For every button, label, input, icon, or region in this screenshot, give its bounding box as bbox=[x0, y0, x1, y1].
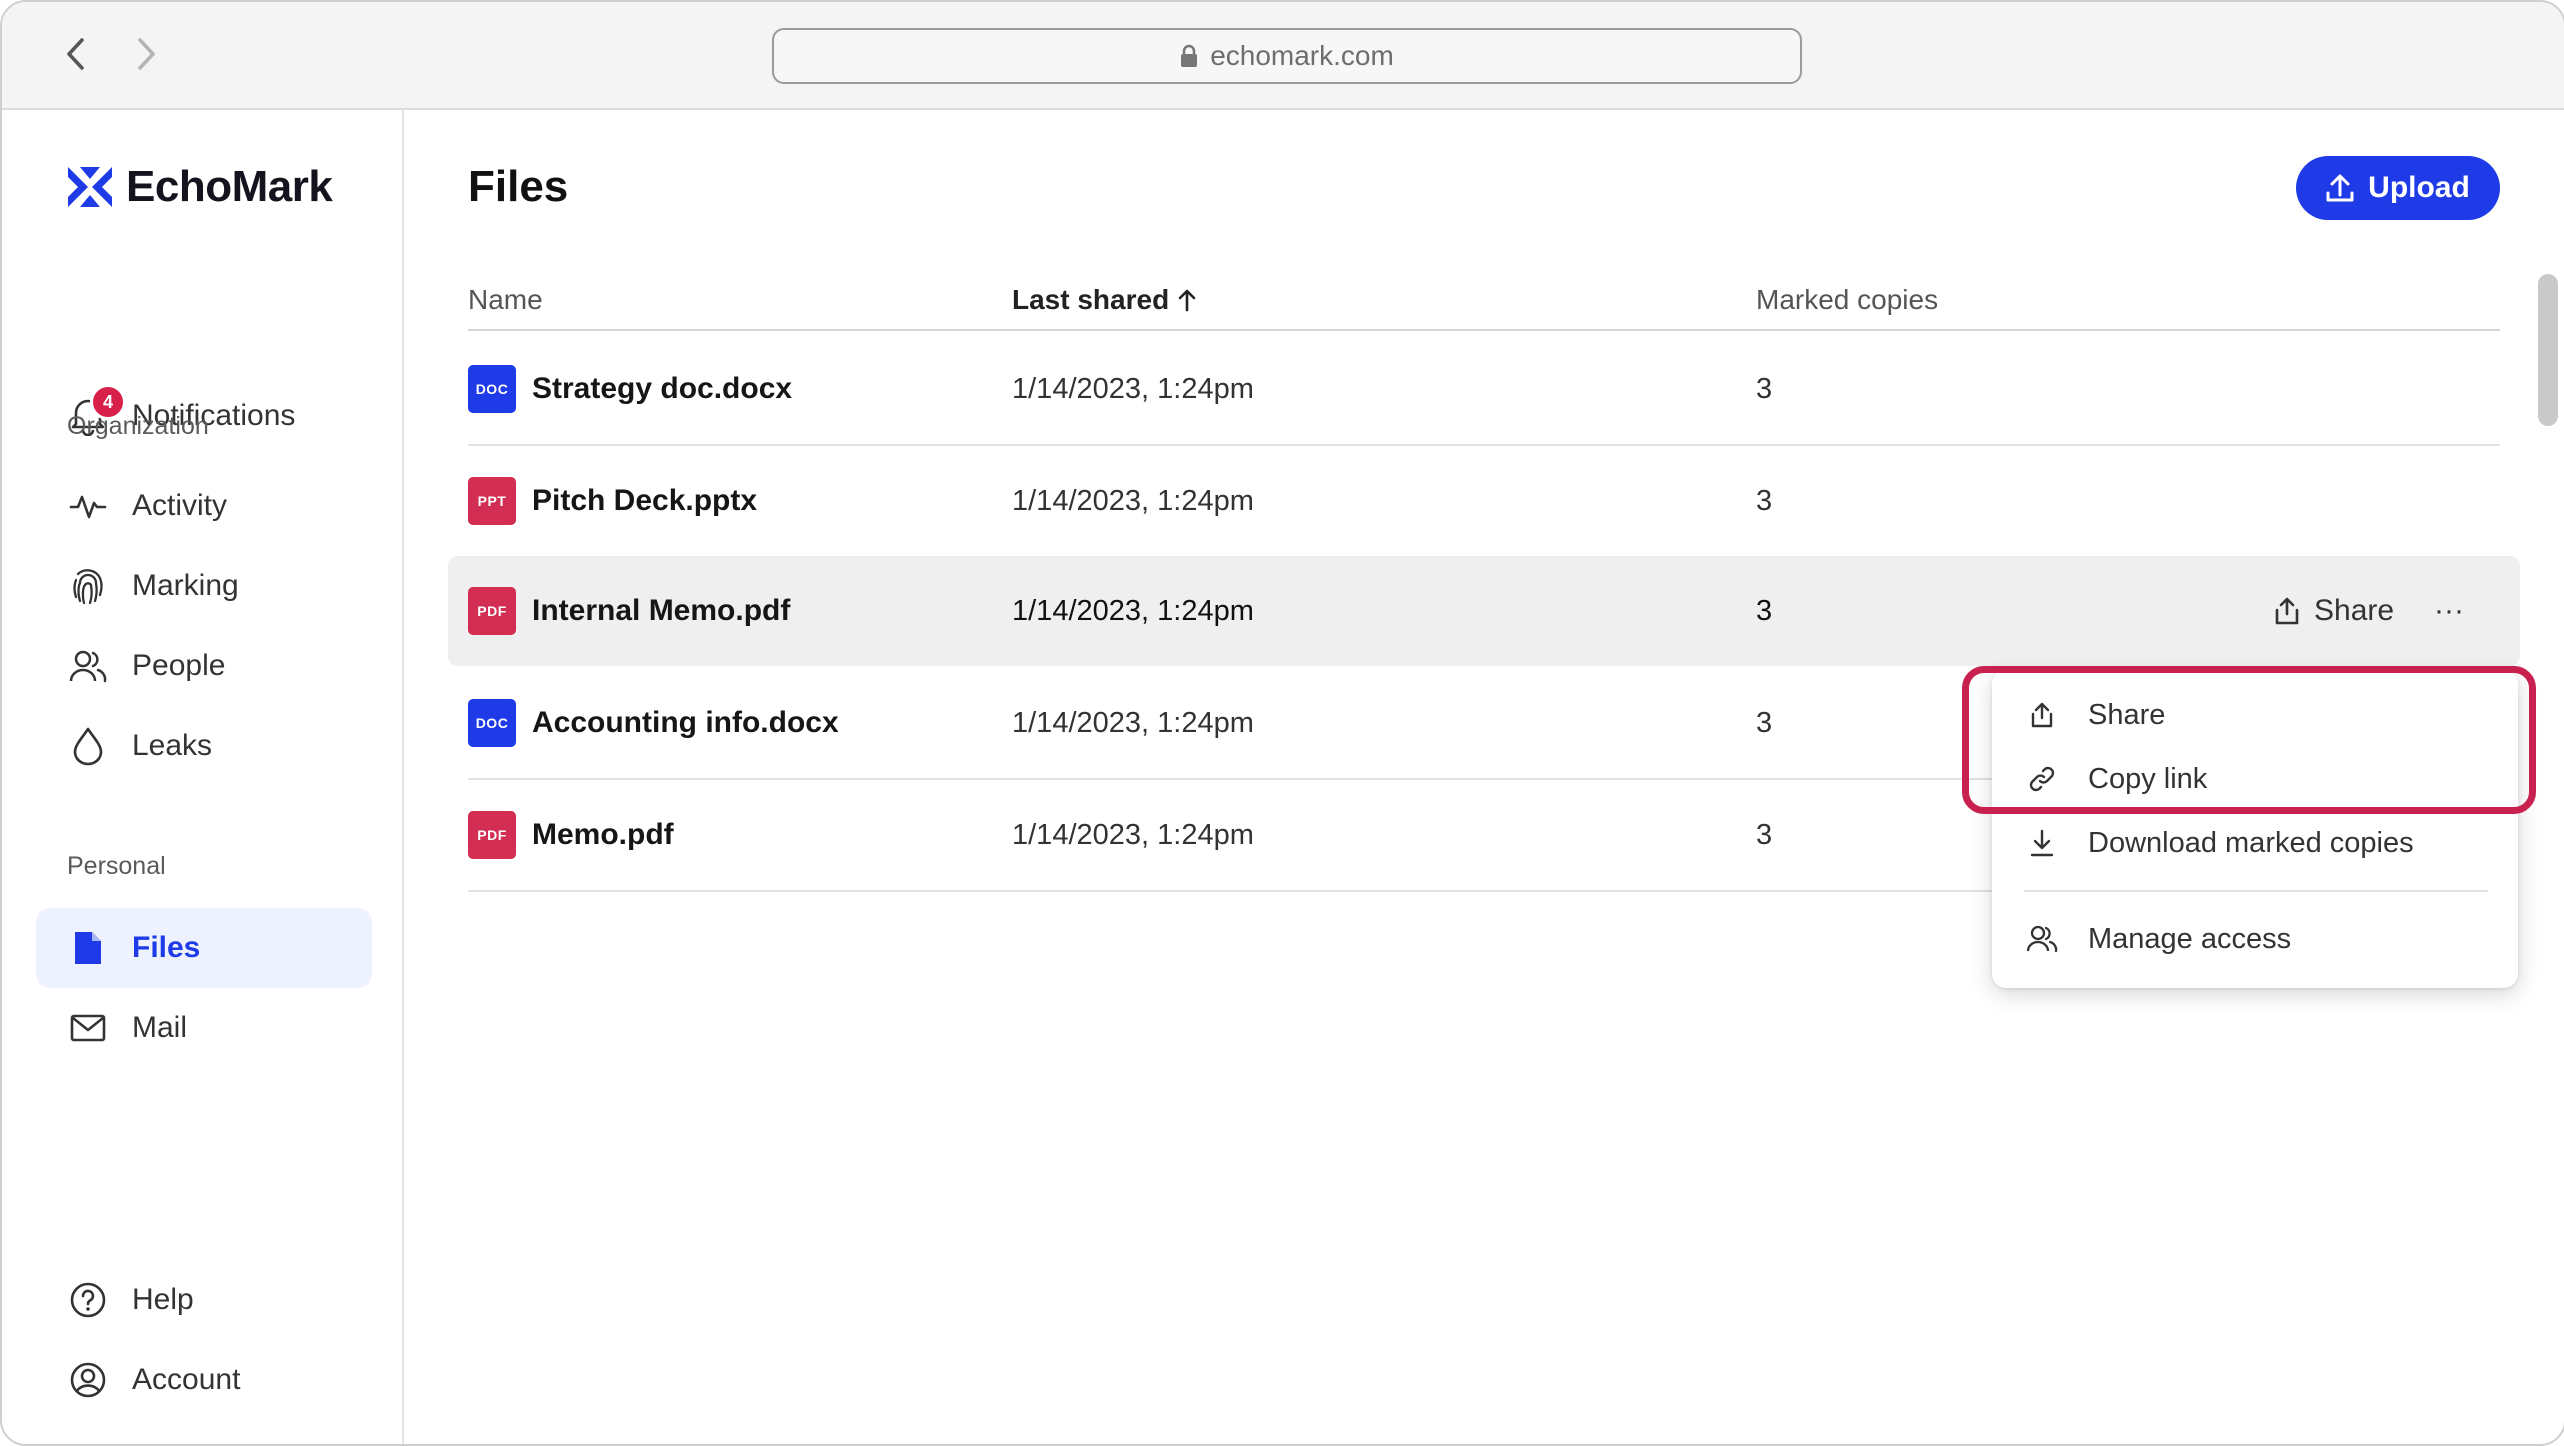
sidebar-item-label: Leaks bbox=[132, 729, 213, 762]
file-name[interactable]: Pitch Deck.pptx bbox=[532, 484, 757, 518]
people-icon bbox=[2024, 921, 2060, 957]
file-name-cell: PDF Memo.pdf bbox=[468, 780, 674, 890]
sidebar-item-help[interactable]: Help bbox=[36, 1260, 372, 1340]
sidebar-item-label: Activity bbox=[132, 489, 228, 522]
lock-icon bbox=[1181, 44, 1198, 67]
file-name-cell: PDF Internal Memo.pdf bbox=[468, 556, 790, 666]
chevron-left-icon bbox=[67, 38, 84, 70]
marked-copies-cell: 3 bbox=[1756, 594, 1773, 627]
sidebar-item-marking[interactable]: Marking bbox=[36, 546, 372, 626]
share-icon bbox=[2275, 597, 2299, 625]
sidebar: EchoMark 4 Notifications Organization Ac… bbox=[2, 110, 404, 1444]
sidebar-item-account[interactable]: Account bbox=[36, 1340, 372, 1420]
file-name[interactable]: Strategy doc.docx bbox=[532, 372, 792, 406]
menu-item-label: Download marked copies bbox=[2088, 826, 2414, 859]
pdf-file-icon: PDF bbox=[468, 811, 516, 859]
back-button[interactable] bbox=[54, 32, 98, 76]
marked-copies-cell: 3 bbox=[1756, 818, 1773, 851]
sidebar-item-label: Marking bbox=[132, 569, 239, 602]
file-name[interactable]: Internal Memo.pdf bbox=[532, 594, 790, 628]
vertical-scrollbar[interactable] bbox=[2538, 274, 2558, 426]
browser-toolbar: echomark.com bbox=[2, 2, 2564, 110]
column-header-label: Last shared bbox=[1012, 284, 1170, 315]
sidebar-item-label: People bbox=[132, 649, 226, 682]
link-icon bbox=[2024, 761, 2060, 797]
sidebar-item-activity[interactable]: Activity bbox=[36, 466, 372, 546]
echomark-logo-icon bbox=[68, 167, 112, 207]
last-shared-cell: 1/14/2023, 1:24pm bbox=[1012, 484, 1254, 517]
file-name[interactable]: Memo.pdf bbox=[532, 818, 674, 852]
droplet-icon bbox=[68, 726, 108, 766]
marked-copies-cell: 3 bbox=[1756, 484, 1773, 517]
download-icon bbox=[2024, 825, 2060, 861]
file-context-menu: Share Copy link Download marked copies M… bbox=[1992, 670, 2518, 988]
share-icon bbox=[2024, 697, 2060, 733]
column-header-marked-copies[interactable]: Marked copies bbox=[1756, 284, 1938, 316]
sort-ascending-icon bbox=[1178, 289, 1196, 312]
menu-divider bbox=[2024, 890, 2488, 892]
table-header-divider bbox=[468, 329, 2500, 331]
people-icon bbox=[68, 646, 108, 686]
menu-item-label: Copy link bbox=[2088, 762, 2208, 795]
upload-button[interactable]: Upload bbox=[2296, 156, 2500, 220]
marked-copies-cell: 3 bbox=[1756, 706, 1773, 739]
menu-item-label: Share bbox=[2088, 698, 2166, 731]
file-icon bbox=[68, 928, 108, 968]
chevron-right-icon bbox=[138, 38, 155, 70]
section-label-organization: Organization bbox=[67, 412, 209, 440]
menu-item-download-marked-copies[interactable]: Download marked copies bbox=[1992, 812, 2518, 874]
upload-button-label: Upload bbox=[2368, 171, 2470, 204]
last-shared-cell: 1/14/2023, 1:24pm bbox=[1012, 818, 1254, 851]
page-title: Files bbox=[468, 162, 569, 211]
column-header-name[interactable]: Name bbox=[468, 284, 543, 316]
help-icon bbox=[68, 1280, 108, 1320]
menu-item-label: Manage access bbox=[2088, 922, 2292, 955]
sidebar-item-label: Help bbox=[132, 1283, 194, 1316]
file-name-cell: PPT Pitch Deck.pptx bbox=[468, 446, 757, 556]
last-shared-cell: 1/14/2023, 1:24pm bbox=[1012, 372, 1254, 405]
sidebar-item-label: Mail bbox=[132, 1011, 188, 1044]
activity-icon bbox=[68, 486, 108, 526]
column-header-last-shared[interactable]: Last shared bbox=[1012, 284, 1197, 316]
doc-file-icon: DOC bbox=[468, 365, 516, 413]
sidebar-item-label: Account bbox=[132, 1363, 241, 1396]
row-share-button[interactable]: Share bbox=[2274, 556, 2394, 666]
last-shared-cell: 1/14/2023, 1:24pm bbox=[1012, 594, 1254, 627]
doc-file-icon: DOC bbox=[468, 699, 516, 747]
address-bar[interactable]: echomark.com bbox=[772, 28, 1802, 84]
marked-copies-cell: 3 bbox=[1756, 372, 1773, 405]
sidebar-item-files[interactable]: Files bbox=[36, 908, 372, 988]
file-name-cell: DOC Accounting info.docx bbox=[468, 668, 839, 778]
table-row-hovered[interactable]: PDF Internal Memo.pdf 1/14/2023, 1:24pm … bbox=[448, 556, 2520, 666]
table-row[interactable]: DOC Strategy doc.docx 1/14/2023, 1:24pm … bbox=[468, 334, 2500, 446]
table-row[interactable]: PPT Pitch Deck.pptx 1/14/2023, 1:24pm 3 bbox=[468, 446, 2500, 558]
ppt-file-icon: PPT bbox=[468, 477, 516, 525]
menu-item-copy-link[interactable]: Copy link bbox=[1992, 748, 2518, 810]
pdf-file-icon: PDF bbox=[468, 587, 516, 635]
fingerprint-icon bbox=[68, 566, 108, 606]
echomark-logo[interactable]: EchoMark bbox=[66, 162, 333, 212]
last-shared-cell: 1/14/2023, 1:24pm bbox=[1012, 706, 1254, 739]
browser-window: echomark.com EchoMark 4 Notifications Or… bbox=[0, 0, 2564, 1446]
forward-button[interactable] bbox=[124, 32, 168, 76]
account-icon bbox=[68, 1360, 108, 1400]
row-share-label: Share bbox=[2314, 594, 2395, 627]
file-name-cell: DOC Strategy doc.docx bbox=[468, 334, 792, 444]
mail-icon bbox=[68, 1008, 108, 1048]
sidebar-item-people[interactable]: People bbox=[36, 626, 372, 706]
url-text: echomark.com bbox=[1210, 40, 1394, 71]
sidebar-item-mail[interactable]: Mail bbox=[36, 988, 372, 1068]
sidebar-item-label: Files bbox=[132, 931, 201, 964]
upload-icon bbox=[2326, 174, 2354, 202]
more-options-button[interactable]: ··· bbox=[2424, 586, 2474, 636]
brand-name: EchoMark bbox=[126, 162, 333, 211]
menu-item-manage-access[interactable]: Manage access bbox=[1992, 908, 2518, 970]
section-label-personal: Personal bbox=[67, 852, 166, 880]
file-name[interactable]: Accounting info.docx bbox=[532, 706, 839, 740]
menu-item-share[interactable]: Share bbox=[1992, 684, 2518, 746]
sidebar-item-leaks[interactable]: Leaks bbox=[36, 706, 372, 786]
